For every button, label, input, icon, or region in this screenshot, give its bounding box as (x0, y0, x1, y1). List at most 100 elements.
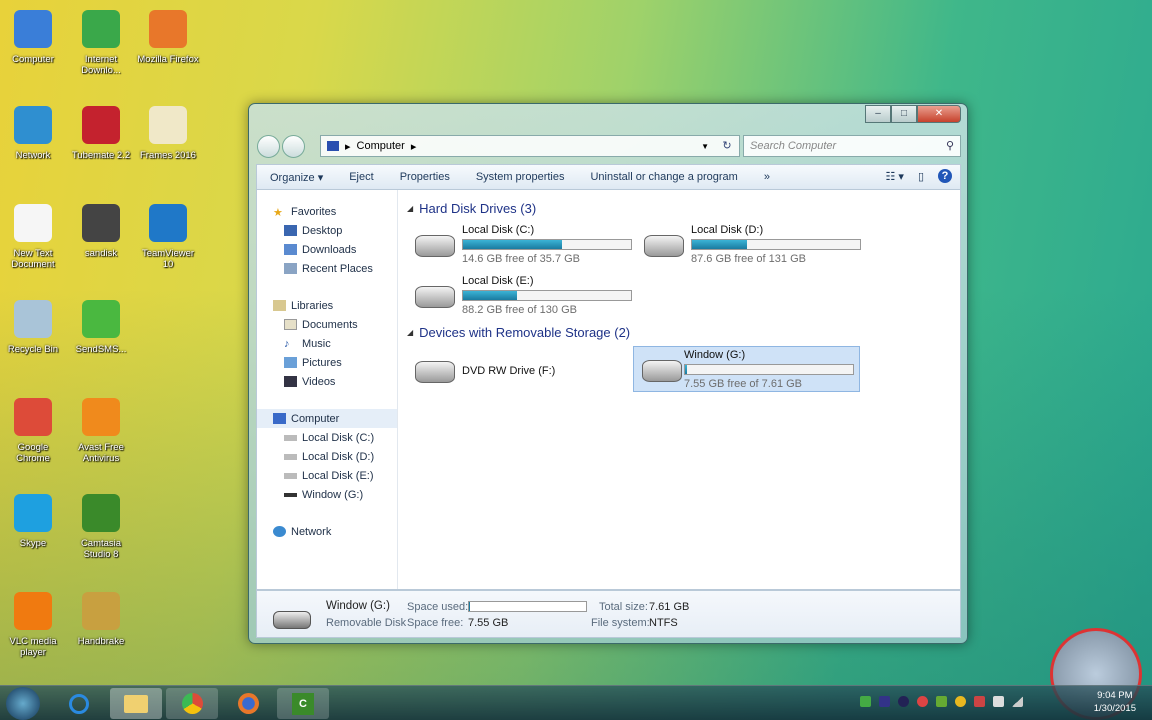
tray-signal-icon[interactable] (1012, 696, 1023, 707)
tray-usb-icon[interactable] (993, 696, 1004, 707)
group-hard-disk-drives[interactable]: ◢ Hard Disk Drives (3) (407, 201, 542, 216)
details-pane: Window (G:) Removable Disk Space used: S… (256, 590, 961, 638)
group-label: Devices with Removable Storage (2) (419, 325, 631, 340)
search-input[interactable]: Search Computer ⚲ (743, 135, 961, 157)
close-button[interactable]: ✕ (917, 105, 961, 123)
taskbar-internet-explorer[interactable] (55, 688, 103, 719)
taskbar-camtasia[interactable]: C (277, 688, 329, 719)
properties-button[interactable]: Properties (387, 171, 463, 183)
desktop-icon-internet-downlo[interactable]: Internet Downlo... (69, 10, 133, 76)
usage-bar (462, 290, 632, 301)
help-icon[interactable]: ? (938, 169, 952, 183)
system-properties-button[interactable]: System properties (463, 171, 578, 183)
app-icon (149, 10, 187, 48)
drive-c[interactable]: Local Disk (C:) 14.6 GB free of 35.7 GB (407, 222, 633, 268)
desktop-icon-recycle-bin[interactable]: Recycle Bin (1, 300, 65, 355)
nav-documents[interactable]: Documents (257, 315, 397, 334)
desktop-icon-computer[interactable]: Computer (1, 10, 65, 65)
desktop-icon-camtasia-studio-8[interactable]: Camtasia Studio 8 (69, 494, 133, 560)
desktop-icon-sandisk[interactable]: sandisk (69, 204, 133, 259)
taskbar-firefox[interactable] (222, 688, 274, 719)
tray-bluetooth-icon[interactable] (898, 696, 909, 707)
nav-label: Local Disk (D:) (302, 450, 375, 463)
forward-button[interactable] (282, 135, 305, 158)
nav-libraries[interactable]: Libraries (257, 296, 397, 315)
nav-videos[interactable]: Videos (257, 372, 397, 391)
taskbar-chrome[interactable] (166, 688, 218, 719)
nav-favorites[interactable]: ★ Favorites (257, 202, 397, 221)
desktop-icon-label: TeamViewer 10 (141, 248, 195, 270)
collapse-icon[interactable]: ◢ (407, 204, 413, 213)
address-bar[interactable]: ▸ Computer ▸ ▼ (320, 135, 740, 157)
eject-button[interactable]: Eject (336, 171, 386, 183)
desktop-icon-avast-free-antivirus[interactable]: Avast Free Antivirus (69, 398, 133, 464)
tray-app-icon[interactable] (936, 696, 947, 707)
preview-pane-icon[interactable]: ▯ (918, 170, 924, 183)
firefox-icon (237, 693, 259, 714)
tray-flag-icon[interactable] (974, 696, 985, 707)
desktop-icon-tubemate-2-2[interactable]: Tubemate 2.2 (69, 106, 133, 161)
desktop-icon-new-text-document[interactable]: New Text Document (1, 204, 65, 270)
breadcrumb-chevron-icon[interactable]: ▸ (411, 140, 417, 153)
nav-local-disk-c[interactable]: Local Disk (C:) (257, 428, 397, 447)
search-icon[interactable]: ⚲ (946, 139, 954, 152)
app-icon (82, 10, 120, 48)
nav-label: Music (302, 337, 331, 350)
tray-security-icon[interactable] (860, 696, 871, 707)
tray-network-devices-icon[interactable] (879, 696, 890, 707)
desktop-icon-label: Internet Downlo... (81, 54, 121, 76)
address-dropdown-icon[interactable]: ▼ (701, 142, 709, 151)
desktop-icon-skype[interactable]: Skype (1, 494, 65, 549)
change-view-icon[interactable]: ☷ ▾ (885, 170, 903, 183)
nav-downloads[interactable]: Downloads (257, 240, 397, 259)
app-icon (14, 398, 52, 436)
desktop-icon-vlc-media-player[interactable]: VLC media player (1, 592, 65, 658)
clock[interactable]: 9:04 PM 1/30/2015 (1094, 689, 1136, 715)
nav-window-g[interactable]: Window (G:) (257, 485, 397, 504)
drive-e[interactable]: Local Disk (E:) 88.2 GB free of 130 GB (407, 273, 633, 319)
tray-media-icon[interactable] (955, 696, 966, 707)
nav-pictures[interactable]: Pictures (257, 353, 397, 372)
tray-chrome-icon[interactable] (917, 696, 928, 707)
windows-drive-icon (415, 235, 455, 257)
nav-local-disk-e[interactable]: Local Disk (E:) (257, 466, 397, 485)
start-button[interactable] (6, 687, 40, 720)
desktop-icon-network[interactable]: Network (1, 106, 65, 161)
space-free-value: 7.55 GB (468, 617, 509, 629)
drive-icon (415, 286, 455, 308)
maximize-button[interactable]: □ (891, 105, 917, 123)
nav-label: Pictures (302, 356, 342, 369)
drive-f-dvd[interactable]: DVD RW Drive (F:) (407, 348, 633, 394)
desktop-icon-handbrake[interactable]: Handbrake (69, 592, 133, 647)
videos-icon (284, 376, 297, 387)
desktop-icon-google-chrome[interactable]: Google Chrome (1, 398, 65, 464)
back-button[interactable] (257, 135, 280, 158)
nav-desktop[interactable]: Desktop (257, 221, 397, 240)
drive-g[interactable]: Window (G:) 7.55 GB free of 7.61 GB (633, 346, 860, 392)
desktop-icon-teamviewer-10[interactable]: TeamViewer 10 (136, 204, 200, 270)
file-system-label: File system: (591, 617, 650, 629)
drive-d[interactable]: Local Disk (D:) 87.6 GB free of 131 GB (636, 222, 862, 268)
desktop-icon-mozilla-firefox[interactable]: Mozilla Firefox (136, 10, 200, 65)
organize-button[interactable]: Organize ▾ (257, 171, 336, 184)
collapse-icon[interactable]: ◢ (407, 328, 413, 337)
refresh-icon[interactable]: ↻ (715, 135, 739, 157)
nav-label: Local Disk (C:) (302, 431, 375, 444)
desktop-icon-frames-2016[interactable]: Frames 2016 (136, 106, 200, 161)
nav-local-disk-d[interactable]: Local Disk (D:) (257, 447, 397, 466)
nav-computer[interactable]: Computer (257, 409, 397, 428)
uninstall-program-button[interactable]: Uninstall or change a program (577, 171, 750, 183)
group-removable-storage[interactable]: ◢ Devices with Removable Storage (2) (407, 325, 636, 340)
taskbar-windows-explorer[interactable] (110, 688, 162, 719)
nav-label: Downloads (302, 243, 357, 256)
nav-recent-places[interactable]: Recent Places (257, 259, 397, 278)
nav-music[interactable]: ♪ Music (257, 334, 397, 353)
more-commands-button[interactable]: » (751, 171, 783, 183)
desktop-icon-sendsms[interactable]: SendSMS... (69, 300, 133, 355)
breadcrumb-computer[interactable]: Computer (357, 140, 405, 152)
star-icon: ★ (273, 207, 283, 219)
minimize-button[interactable]: – (865, 105, 891, 123)
nav-label: Window (G:) (302, 488, 364, 501)
desktop-icon-label: Frames 2016 (140, 150, 196, 161)
nav-network[interactable]: Network (257, 522, 397, 541)
